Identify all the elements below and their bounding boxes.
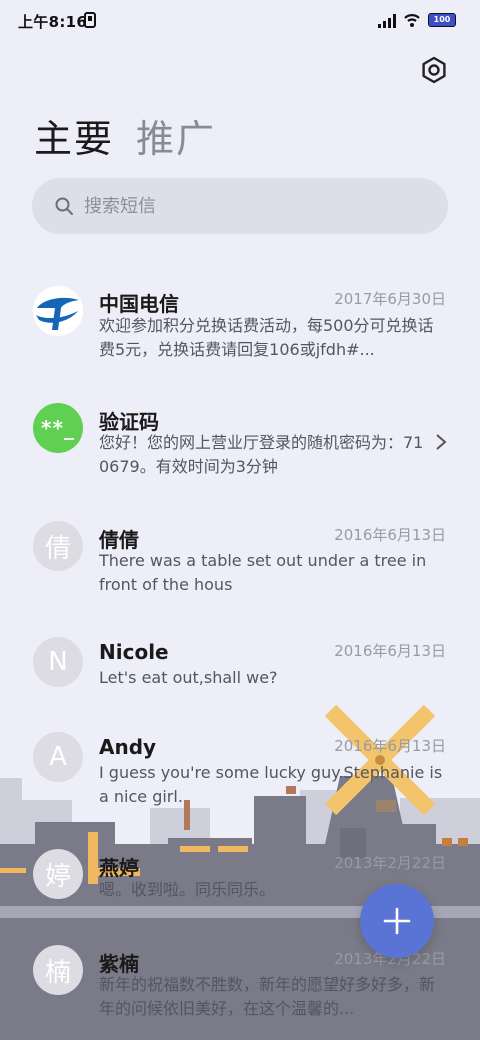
signal-icon <box>378 14 396 28</box>
message-sender: Andy <box>99 735 157 759</box>
search-icon <box>55 197 73 215</box>
message-item-qianqian[interactable]: 倩 倩倩 2016年6月13日 There was a table set ou… <box>0 516 480 626</box>
battery-icon: 100 <box>428 13 456 27</box>
message-date: 2013年2月22日 <box>334 854 446 872</box>
message-preview: Let's eat out,shall we? <box>99 668 278 687</box>
message-item-china-telecom[interactable]: 中国电信 2017年6月30日 欢迎参加积分兑换话费活动，每500分可兑换话费5… <box>0 280 480 390</box>
message-item-verification-code[interactable]: **_ 验证码 您好！您的网上营业厅登录的随机密码为：710679。有效时间为3… <box>0 398 480 508</box>
message-item-andy[interactable]: A Andy 2016年6月13日 I guess you're some lu… <box>0 730 480 840</box>
contact-avatar: 婷 <box>33 849 83 899</box>
search-bar[interactable] <box>32 178 448 234</box>
message-sender: 燕婷 <box>99 856 139 880</box>
settings-button[interactable] <box>414 50 454 90</box>
message-preview: 欢迎参加积分兑换话费活动，每500分可兑换话费5元，兑换话费请回复106或jfd… <box>99 316 434 359</box>
message-preview: There was a table set out under a tree i… <box>99 551 427 594</box>
new-message-button[interactable] <box>360 884 434 958</box>
tab-main[interactable]: 主要 <box>34 114 114 164</box>
search-input[interactable] <box>84 195 384 217</box>
battery-level: 100 <box>433 15 451 24</box>
message-preview: I guess you're some lucky guy.Stephanie … <box>99 763 443 806</box>
plus-icon <box>383 907 411 935</box>
message-date: 2017年6月30日 <box>334 290 446 308</box>
gear-icon <box>422 56 446 84</box>
verification-avatar: **_ <box>33 403 83 453</box>
contact-avatar: 楠 <box>33 945 83 995</box>
messages-screen: 上午8:16 100 主要 推广 搜索短信 中国电信 2017年6月30日 欢迎… <box>0 0 480 1040</box>
contact-avatar: N <box>33 637 83 687</box>
china-telecom-logo-avatar <box>33 286 83 336</box>
message-sender: Nicole <box>99 640 169 664</box>
message-sender: 中国电信 <box>99 292 179 316</box>
status-bar: 上午8:16 100 <box>0 0 480 40</box>
status-time: 上午8:16 <box>18 13 88 31</box>
message-item-nicole[interactable]: N Nicole 2016年6月13日 Let's eat out,shall … <box>0 634 480 744</box>
message-date: 2016年6月13日 <box>334 642 446 660</box>
message-date: 2016年6月13日 <box>334 737 446 755</box>
contact-avatar: A <box>33 732 83 782</box>
sim-icon <box>84 12 96 28</box>
wifi-icon <box>404 14 420 27</box>
chevron-right-icon <box>436 434 447 450</box>
message-date: 2016年6月13日 <box>334 526 446 544</box>
tab-promotions[interactable]: 推广 <box>136 114 216 164</box>
message-preview: 新年的祝福数不胜数，新年的愿望好多好多，新年的问候依旧美好，在这个温馨的... <box>99 975 436 1018</box>
telecom-logo-icon <box>33 286 83 336</box>
contact-avatar: 倩 <box>33 521 83 571</box>
message-preview: 您好！您的网上营业厅登录的随机密码为：710679。有效时间为3分钟 <box>99 433 424 476</box>
